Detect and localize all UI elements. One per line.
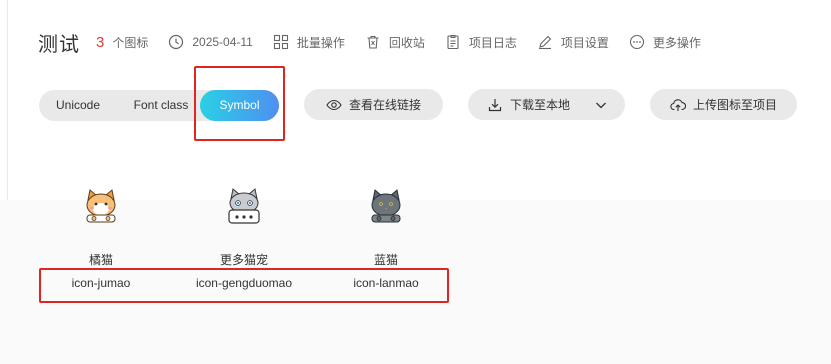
icon-name: 更多猫宠 bbox=[219, 253, 268, 267]
tab-unicode[interactable]: Unicode bbox=[47, 90, 109, 121]
icon-name: 蓝猫 bbox=[373, 253, 398, 267]
icon-count-label: 个图标 bbox=[112, 35, 149, 50]
more-operations-button[interactable]: 更多操作 bbox=[629, 34, 701, 51]
icon-count: 3 bbox=[96, 33, 105, 51]
project-settings-label: 项目设置 bbox=[560, 35, 609, 50]
highlight-box-icon-codes bbox=[39, 268, 449, 303]
edit-icon bbox=[538, 35, 552, 50]
download-local-button[interactable]: 下载至本地 bbox=[468, 89, 625, 120]
download-icon bbox=[488, 98, 502, 111]
upload-icons-label: 上传图标至项目 bbox=[692, 98, 777, 112]
project-log-label: 项目日志 bbox=[468, 35, 517, 50]
recycle-bin-label: 回收站 bbox=[388, 35, 425, 50]
trash-icon bbox=[367, 35, 379, 49]
recycle-bin-button[interactable]: 回收站 bbox=[365, 34, 425, 51]
project-header: 测试 3 个图标 2025-04-11 批量操作 回收站 项目日志 项目设置 更… bbox=[38, 30, 701, 56]
project-settings-button[interactable]: 项目设置 bbox=[537, 34, 609, 51]
left-divider bbox=[7, 0, 8, 200]
log-icon bbox=[447, 35, 459, 50]
chevron-down-icon[interactable] bbox=[593, 97, 609, 113]
batch-operation-label: 批量操作 bbox=[296, 35, 345, 50]
more-operations-label: 更多操作 bbox=[652, 35, 701, 50]
icon-name: 橘猫 bbox=[88, 253, 113, 267]
created-date-label: 2025-04-11 bbox=[192, 35, 253, 49]
more-cats-icon bbox=[228, 188, 260, 224]
orange-cat-icon bbox=[86, 189, 116, 223]
tab-font-class[interactable]: Font class bbox=[127, 90, 195, 121]
project-log-button[interactable]: 项目日志 bbox=[445, 34, 517, 51]
more-icon bbox=[629, 34, 644, 50]
project-title: 测试 bbox=[38, 33, 80, 56]
batch-operation-button[interactable]: 批量操作 bbox=[273, 34, 345, 51]
batch-icon bbox=[273, 34, 288, 50]
created-date: 2025-04-11 bbox=[168, 34, 253, 50]
download-local-label: 下载至本地 bbox=[510, 98, 571, 112]
eye-icon bbox=[326, 99, 342, 110]
clock-icon bbox=[169, 34, 184, 50]
cloud-upload-icon bbox=[670, 98, 686, 111]
upload-icons-button[interactable]: 上传图标至项目 bbox=[650, 89, 797, 120]
blue-cat-icon bbox=[371, 189, 401, 223]
highlight-box-symbol bbox=[194, 66, 285, 141]
view-online-link-label: 查看在线链接 bbox=[348, 98, 421, 112]
view-online-link-button[interactable]: 查看在线链接 bbox=[304, 89, 443, 120]
